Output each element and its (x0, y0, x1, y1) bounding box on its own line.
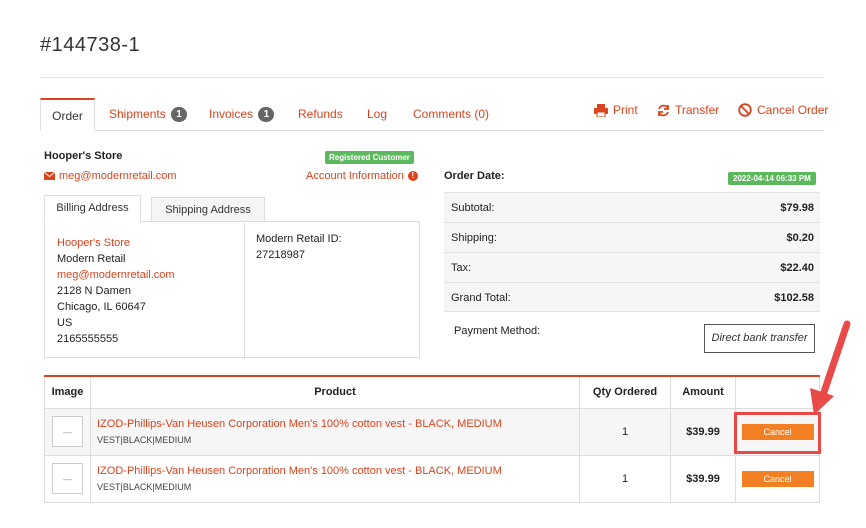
summary-value: $0.20 (786, 232, 814, 244)
highlight-annotation-box (734, 412, 821, 454)
billing-name[interactable]: Hooper's Store (57, 235, 175, 251)
retail-id-label: Modern Retail ID: (256, 233, 342, 245)
order-date-label: Order Date: (444, 170, 505, 182)
qty-cell: 1 (579, 454, 671, 503)
summary-label: Subtotal: (451, 202, 495, 214)
tab-order[interactable]: Order (40, 98, 95, 131)
retail-id-block: Modern Retail ID: 27218987 (256, 231, 342, 263)
info-icon: ! (407, 171, 418, 181)
tab-shipments-label: Shipments (109, 107, 166, 121)
print-button[interactable]: Print (594, 103, 638, 117)
summary-bottom-rule (444, 311, 820, 312)
billing-company: Modern Retail (57, 253, 126, 265)
tab-refunds[interactable]: Refunds (298, 98, 343, 131)
arrow-annotation (810, 320, 851, 415)
billing-street: 2128 N Damen (57, 285, 131, 297)
product-title-link[interactable]: IZOD-Phillips-Van Heusen Corporation Men… (97, 418, 579, 430)
order-title: #144738-1 (40, 34, 141, 56)
retail-id-value: 27218987 (256, 249, 305, 261)
summary-label: Shipping: (451, 232, 497, 244)
tab-comments-label: Comments (0) (413, 107, 490, 121)
tab-shipments[interactable]: Shipments 1 (109, 98, 188, 131)
summary-value: $79.98 (780, 202, 814, 214)
product-title-link[interactable]: IZOD-Phillips-Van Heusen Corporation Men… (97, 465, 579, 477)
column-header-qty: Qty Ordered (579, 375, 671, 409)
account-information-link[interactable]: Account Information ! (306, 170, 418, 182)
table-row: — IZOD-Phillips-Van Heusen Corporation M… (44, 454, 820, 503)
customer-email: meg@modernretail.com (59, 170, 177, 182)
column-header-amount: Amount (670, 375, 736, 409)
summary-row-grand-total: Grand Total: $102.58 (444, 282, 820, 312)
product-cell: IZOD-Phillips-Van Heusen Corporation Men… (90, 407, 580, 456)
cancel-order-label: Cancel Order (757, 103, 829, 117)
transfer-icon (658, 104, 669, 116)
billing-email[interactable]: meg@modernretail.com (57, 267, 175, 283)
customer-store-name: Hooper's Store (44, 150, 123, 162)
summary-value: $102.58 (774, 292, 814, 304)
tab-shipping-address[interactable]: Shipping Address (151, 197, 265, 222)
billing-city: Chicago, IL 60647 (57, 301, 146, 313)
summary-label: Grand Total: (451, 292, 511, 304)
product-image-cell: — (44, 454, 91, 503)
email-icon (44, 172, 55, 180)
order-date-badge: 2022-04-14 06:33 PM (728, 172, 816, 185)
tab-invoices-label: Invoices (209, 107, 254, 121)
product-image-placeholder[interactable]: — (52, 416, 83, 447)
invoices-count-badge: 1 (258, 107, 275, 122)
product-image-cell: — (44, 407, 91, 456)
cancel-item-button[interactable]: Cancel (741, 470, 814, 487)
summary-row-tax: Tax: $22.40 (444, 252, 820, 282)
summary-label: Tax: (451, 262, 472, 274)
table-header-row: Image Product Qty Ordered Amount (44, 375, 820, 409)
tab-log[interactable]: Log (367, 98, 387, 131)
divider (40, 77, 824, 78)
column-header-product: Product (90, 375, 580, 409)
payment-method-label: Payment Method: (454, 325, 541, 337)
tab-refunds-label: Refunds (298, 107, 343, 121)
column-header-image: Image (44, 375, 91, 409)
amount-cell: $39.99 (670, 407, 736, 456)
payment-method-value: Direct bank transfer (704, 324, 815, 353)
tab-order-label: Order (52, 109, 83, 123)
summary-row-subtotal: Subtotal: $79.98 (444, 192, 820, 222)
tab-comments[interactable]: Comments (0) (413, 98, 489, 131)
tab-invoices[interactable]: Invoices 1 (209, 98, 275, 131)
product-image-placeholder[interactable]: — (52, 463, 83, 494)
billing-country: US (57, 317, 73, 329)
address-divider (244, 221, 245, 358)
print-label: Print (613, 103, 638, 117)
action-cell: Cancel (735, 454, 820, 503)
transfer-button[interactable]: Transfer (657, 103, 719, 117)
customer-email-link[interactable]: meg@modernretail.com (44, 170, 177, 182)
product-cell: IZOD-Phillips-Van Heusen Corporation Men… (90, 454, 580, 503)
billing-address: Hooper's Store Modern Retail meg@modernr… (57, 235, 175, 347)
transfer-label: Transfer (675, 103, 720, 117)
order-items-table: Image Product Qty Ordered Amount — IZOD-… (44, 375, 820, 503)
product-sku: VEST|BLACK|MEDIUM (97, 435, 192, 445)
cancel-order-icon (738, 103, 752, 117)
tab-log-label: Log (367, 107, 388, 121)
amount-cell: $39.99 (670, 454, 736, 503)
qty-cell: 1 (579, 407, 671, 456)
registered-customer-badge: Registered Customer (325, 151, 414, 164)
billing-phone: 2165555555 (57, 333, 119, 345)
shipments-count-badge: 1 (171, 107, 188, 122)
summary-row-shipping: Shipping: $0.20 (444, 222, 820, 252)
summary-value: $22.40 (780, 262, 814, 274)
print-icon (594, 103, 608, 117)
cancel-order-button[interactable]: Cancel Order (738, 103, 828, 117)
product-sku: VEST|BLACK|MEDIUM (97, 482, 192, 492)
tab-billing-address[interactable]: Billing Address (44, 195, 141, 222)
account-information-label: Account Information (306, 170, 404, 182)
table-row: — IZOD-Phillips-Van Heusen Corporation M… (44, 407, 820, 456)
